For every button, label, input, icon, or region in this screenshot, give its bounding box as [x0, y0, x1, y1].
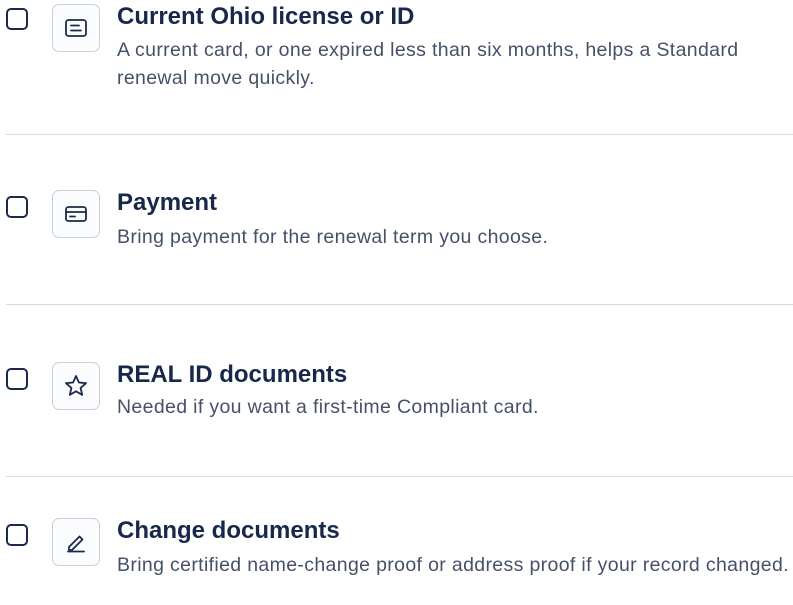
checkbox[interactable]: [6, 196, 28, 218]
divider: [6, 134, 793, 135]
checkbox[interactable]: [6, 368, 28, 390]
checkbox[interactable]: [6, 524, 28, 546]
item-description: Needed if you want a first-time Complian…: [117, 396, 539, 418]
item-title: Payment: [117, 189, 218, 216]
item-description: Bring payment for the renewal term you c…: [117, 226, 549, 248]
id-card-icon: [52, 4, 100, 52]
item-title: REAL ID documents: [117, 361, 348, 388]
credit-card-icon: [52, 190, 100, 238]
item-title: Change documents: [117, 517, 340, 544]
star-icon: [52, 362, 100, 410]
pencil-icon: [52, 518, 100, 566]
checkbox[interactable]: [6, 8, 28, 30]
item-description: Bring certified name-change proof or add…: [117, 554, 789, 576]
item-description: A current card, or one expired less than…: [117, 39, 739, 89]
divider: [6, 476, 793, 477]
item-title: Current Ohio license or ID: [117, 3, 415, 30]
divider: [6, 304, 793, 305]
